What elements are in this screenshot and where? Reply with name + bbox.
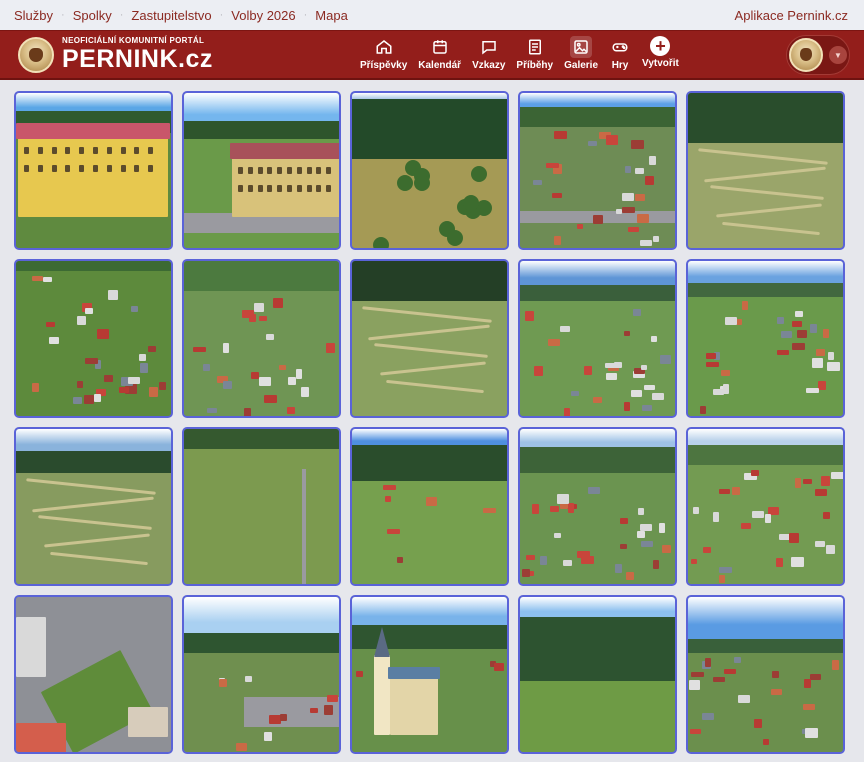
gallery-photo-school[interactable] [14, 91, 173, 250]
nav-item-vzkazy[interactable]: Vzkazy [472, 36, 505, 71]
gallery-photo-forest-meadow[interactable] [350, 91, 509, 250]
nav-label: Kalendář [418, 60, 462, 71]
gallery-photo-ski-slope[interactable] [686, 91, 845, 250]
gallery-photo-square-top[interactable] [14, 595, 173, 754]
brand-name: PERNINK.cz [62, 45, 213, 73]
topnav-link-volby[interactable]: Volby 2026 [231, 8, 295, 23]
gallery-photo-village-panorama[interactable] [518, 259, 677, 418]
crest-icon [18, 36, 54, 73]
apps-link[interactable]: Aplikace Pernink.cz [735, 8, 848, 23]
top-bar: Služby · Spolky · Zastupitelstvo · Volby… [0, 0, 864, 30]
gallery-photo-ski-slope-2[interactable] [350, 259, 509, 418]
gallery-photo-lift-slope[interactable] [182, 427, 341, 586]
nav-label: Galerie [564, 60, 599, 71]
topnav-link-mapa[interactable]: Mapa [315, 8, 348, 23]
message-icon [478, 36, 500, 58]
topnav-link-zastupitelstvo[interactable]: Zastupitelstvo [131, 8, 211, 23]
nav-label: Vytvořit [642, 58, 679, 69]
plus-icon: + [650, 36, 671, 56]
separator: · [61, 9, 65, 21]
nav-item-galerie[interactable]: Galerie [564, 36, 598, 71]
brand-subtitle: NEOFICIÁLNÍ KOMUNITNÍ PORTÁL [62, 36, 205, 45]
gamepad-icon [609, 36, 631, 58]
photo-gallery [14, 91, 847, 754]
gallery-photo-village-center[interactable] [518, 91, 677, 250]
nav-label: Hry [611, 60, 629, 71]
site-logo[interactable]: NEOFICIÁLNÍ KOMUNITNÍ PORTÁL PERNINK.cz [18, 36, 213, 73]
gallery-photo-valley-village[interactable] [518, 427, 677, 586]
nav-label: Příběhy [516, 60, 554, 71]
top-nav: Služby · Spolky · Zastupitelstvo · Volby… [14, 8, 348, 23]
main-nav: Příspěvky Kalendář Vzkazy Příběhy Galeri… [360, 36, 690, 71]
nav-label: Příspěvky [360, 60, 408, 71]
topnav-link-sluzby[interactable]: Služby [14, 8, 53, 23]
separator: · [303, 9, 308, 21]
nav-label: Vzkazy [472, 60, 506, 71]
brand: NEOFICIÁLNÍ KOMUNITNÍ PORTÁL PERNINK.cz [62, 37, 213, 72]
book-icon [524, 36, 546, 58]
gallery-photo-village-valley[interactable] [182, 259, 341, 418]
topnav-link-spolky[interactable]: Spolky [73, 8, 112, 23]
nav-item-prispevky[interactable]: Příspěvky [360, 36, 407, 71]
gallery-photo-village-panorama-2[interactable] [686, 259, 845, 418]
separator: · [219, 9, 224, 21]
nav-item-vytvorit[interactable]: + Vytvořit [642, 36, 679, 71]
gallery-photo-church-slope[interactable] [350, 427, 509, 586]
avatar [789, 38, 823, 72]
gallery-photo-village-hills[interactable] [686, 427, 845, 586]
chevron-down-icon: ▼ [829, 46, 847, 64]
nav-item-hry[interactable]: Hry [609, 36, 631, 71]
gallery-photo-school-wide[interactable] [182, 91, 341, 250]
site-header: NEOFICIÁLNÍ KOMUNITNÍ PORTÁL PERNINK.cz … [0, 30, 864, 80]
image-icon [570, 36, 593, 58]
gallery-photo-slope-hills[interactable] [14, 427, 173, 586]
home-icon [373, 36, 395, 58]
gallery-photo-meadow-trees[interactable] [518, 595, 677, 754]
user-menu-button[interactable]: ▼ [786, 35, 850, 75]
gallery-photo-village-sky[interactable] [686, 595, 845, 754]
separator: · [119, 9, 124, 21]
gallery-photo-village-aerial[interactable] [14, 259, 173, 418]
gallery-photo-street-houses[interactable] [182, 595, 341, 754]
gallery-photo-church[interactable] [350, 595, 509, 754]
nav-item-kalendar[interactable]: Kalendář [418, 36, 461, 71]
nav-item-pribehy[interactable]: Příběhy [516, 36, 553, 71]
calendar-icon [429, 36, 451, 58]
